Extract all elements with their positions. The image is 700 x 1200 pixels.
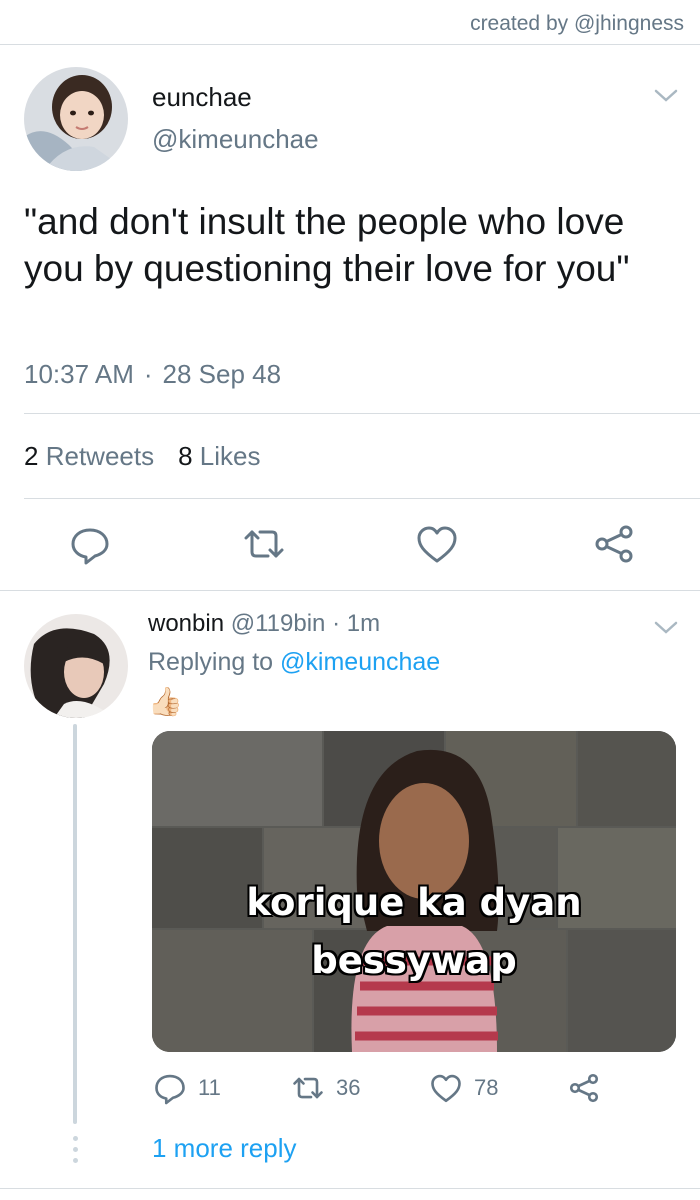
thread-dots	[71, 1136, 79, 1169]
retweet-count: 36	[336, 1075, 361, 1100]
likes-count: 8	[178, 441, 193, 471]
reply-action[interactable]: 11	[152, 1070, 221, 1106]
reply-handle[interactable]: @119bin	[231, 610, 326, 637]
divider	[24, 498, 700, 499]
divider	[24, 413, 700, 414]
retweets-count: 2	[24, 441, 39, 471]
replying-to: Replying to @kimeunchae	[148, 648, 440, 677]
likes-stat[interactable]: 8 Likes	[178, 441, 260, 471]
retweets-label: Retweets	[45, 441, 155, 471]
chevron-down-icon[interactable]	[652, 618, 680, 638]
like-action[interactable]: 78	[428, 1070, 498, 1106]
retweet-icon[interactable]	[240, 520, 288, 568]
thread-line	[73, 724, 77, 1124]
tweet-timestamp: 10:37 AM · 28 Sep 48	[24, 359, 281, 390]
reply-display-name[interactable]: wonbin	[148, 610, 224, 637]
reply-icon	[155, 1074, 185, 1105]
avatar-eunchae[interactable]	[24, 67, 128, 171]
tweet-stats: 2 Retweets 8 Likes	[24, 441, 261, 472]
like-count: 78	[474, 1075, 499, 1100]
divider	[0, 44, 700, 45]
replying-prefix: Replying to	[148, 648, 274, 676]
more-replies-link[interactable]: 1 more reply	[152, 1133, 297, 1164]
divider	[0, 590, 700, 591]
user-handle[interactable]: @kimeunchae	[152, 124, 319, 155]
chevron-down-icon[interactable]	[652, 86, 680, 106]
reply-count: 11	[198, 1075, 221, 1100]
share-icon	[569, 1073, 599, 1103]
avatar-wonbin[interactable]	[24, 614, 128, 718]
like-icon[interactable]	[413, 520, 461, 568]
credit-text: created by @jhingness	[470, 12, 684, 35]
retweets-stat[interactable]: 2 Retweets	[24, 441, 154, 471]
reply-header: wonbin @119bin · 1m	[148, 610, 380, 638]
tweet-time: 10:37 AM	[24, 359, 134, 389]
media-image[interactable]: korique ka dyan bessywap	[152, 731, 676, 1052]
media-caption-line2: bessywap	[311, 939, 517, 982]
share-icon[interactable]	[590, 520, 638, 568]
reply-icon[interactable]	[66, 520, 114, 568]
retweet-icon	[293, 1077, 323, 1099]
like-icon	[431, 1074, 461, 1103]
separator-dot: ·	[332, 610, 341, 637]
tweet-text: "and don't insult the people who love yo…	[24, 201, 630, 289]
tweet-date: 28 Sep 48	[162, 359, 282, 389]
display-name[interactable]: eunchae	[152, 82, 252, 113]
replying-mention[interactable]: @kimeunchae	[280, 648, 440, 676]
reply-time: 1m	[346, 610, 381, 637]
divider	[0, 1188, 700, 1189]
separator-dot: ·	[143, 359, 153, 389]
media-caption-line1: korique ka dyan	[246, 881, 582, 924]
share-action[interactable]	[566, 1070, 602, 1106]
likes-label: Likes	[199, 441, 261, 471]
thumbs-up-emoji: 👍🏻	[148, 686, 183, 717]
retweet-action[interactable]: 36	[290, 1070, 360, 1106]
